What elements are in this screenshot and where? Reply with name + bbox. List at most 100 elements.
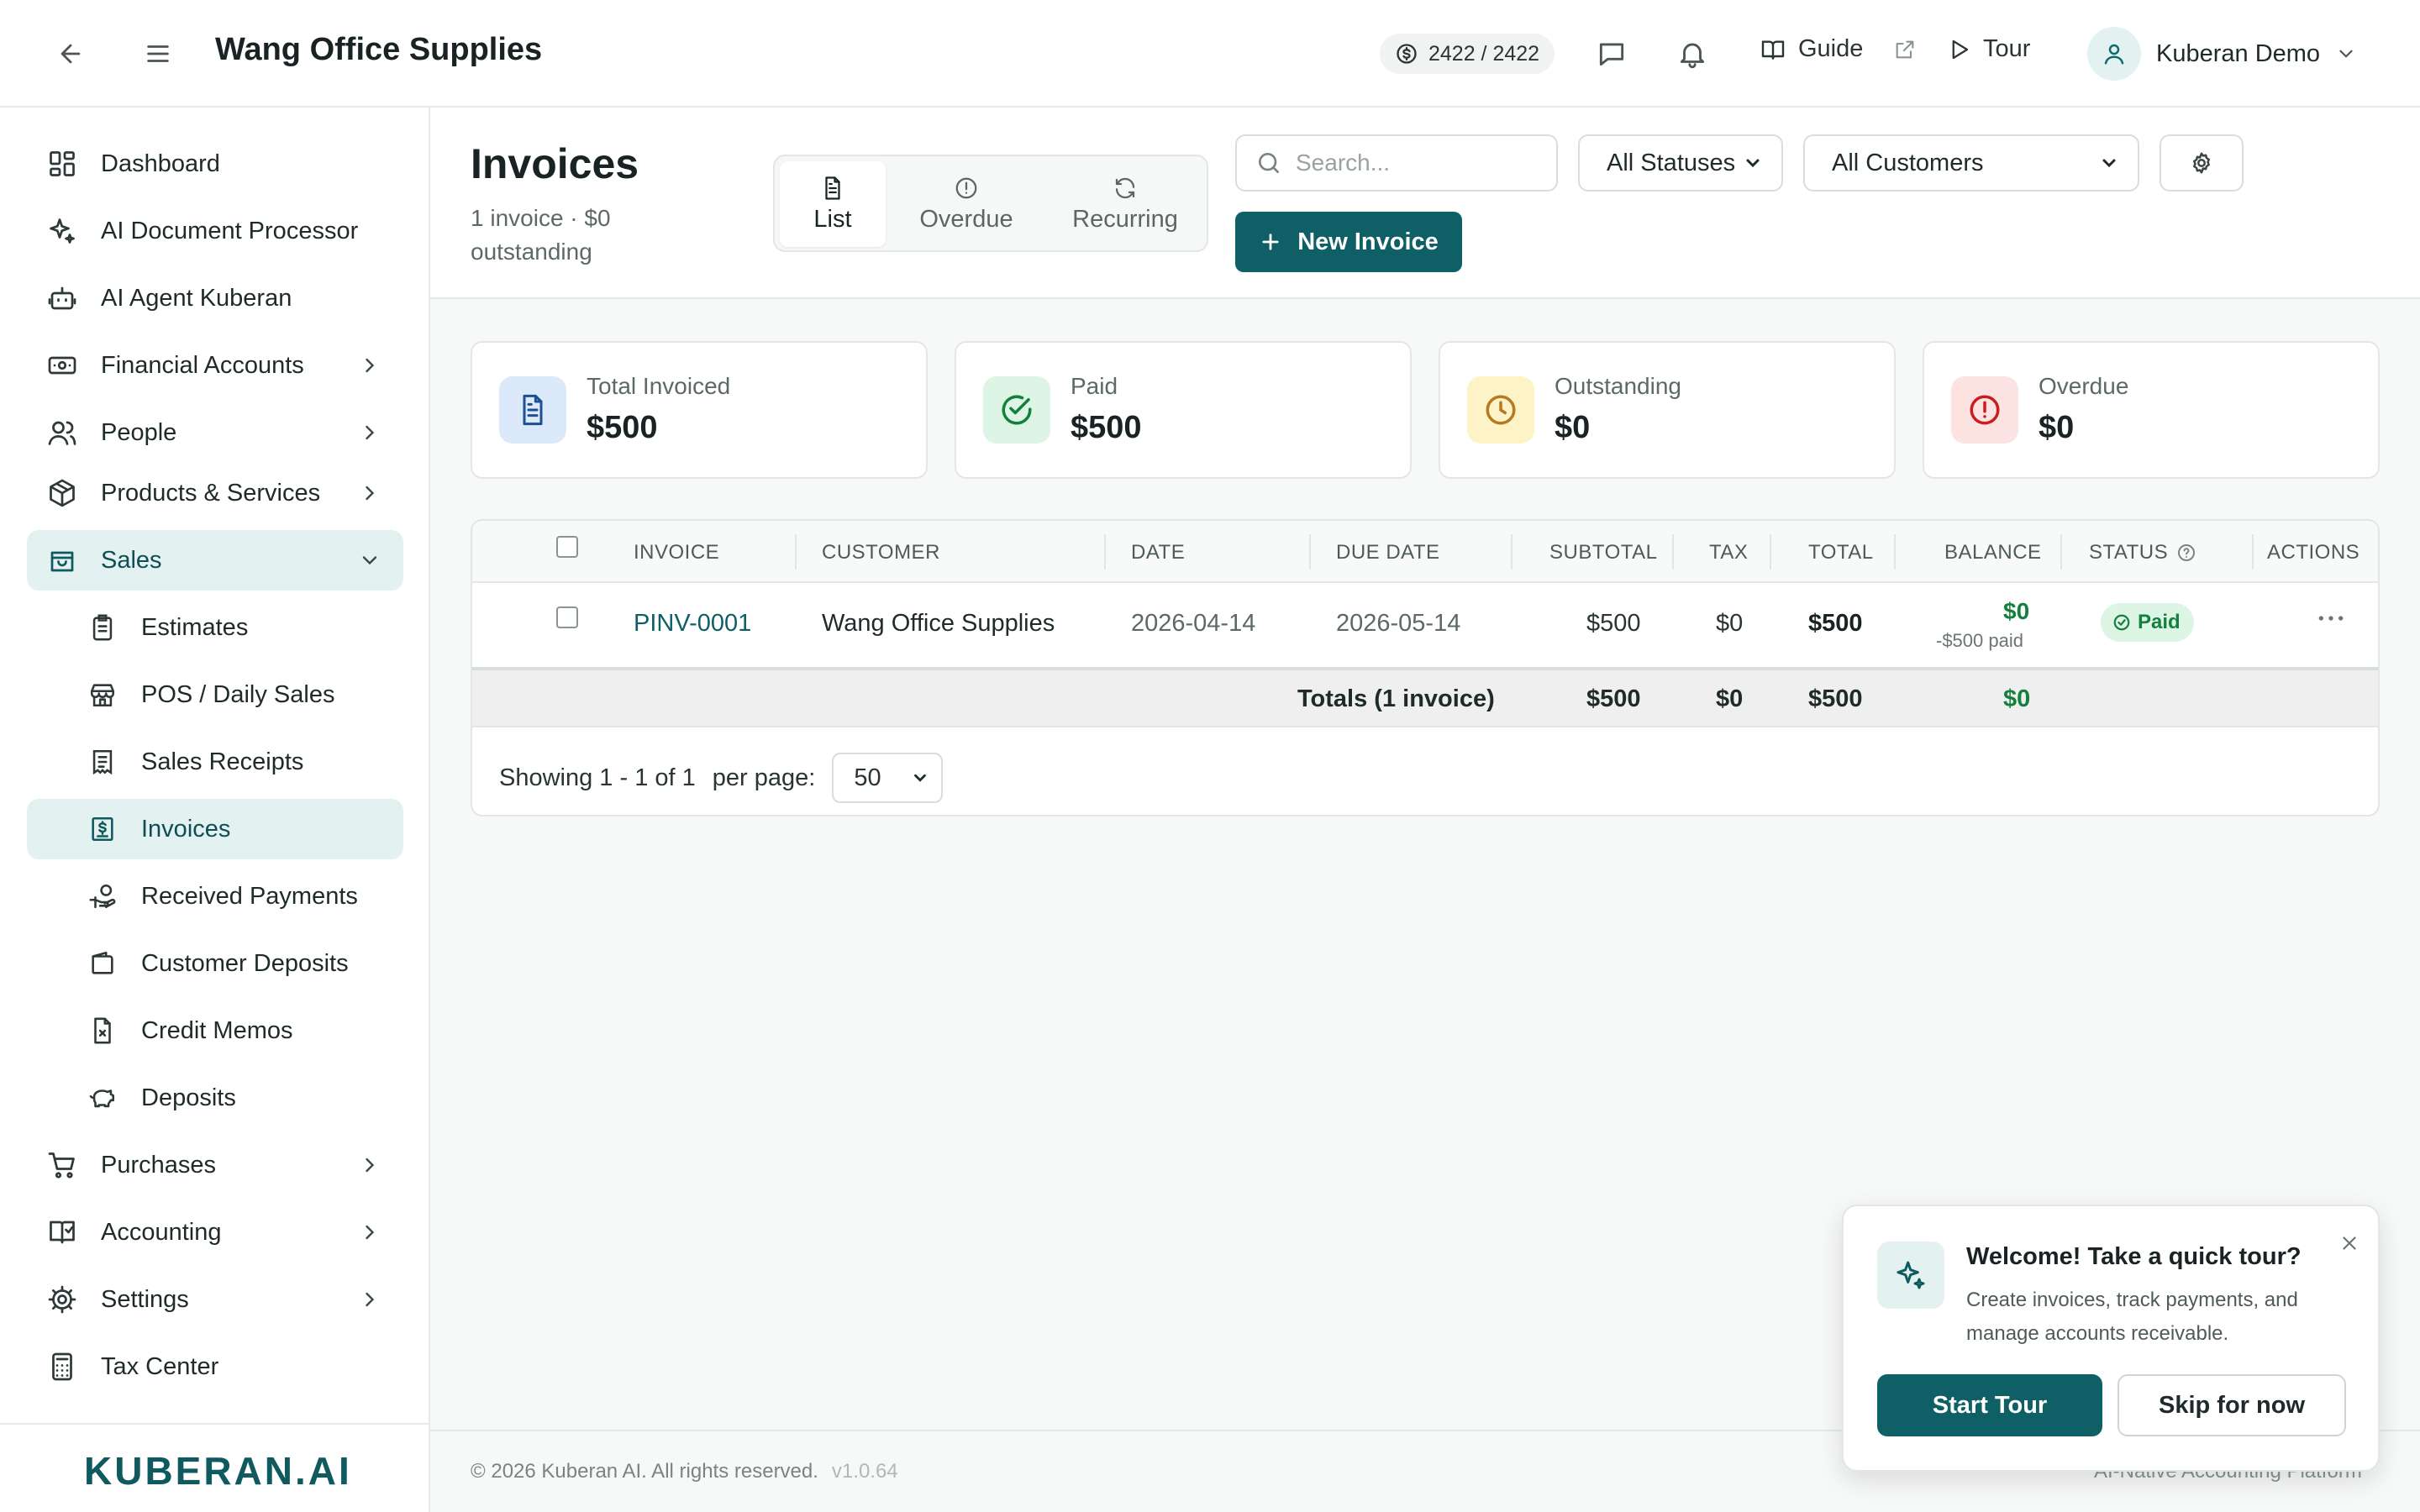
guide-link[interactable]: Guide: [1760, 35, 1917, 63]
search-input[interactable]: Search...: [1235, 134, 1558, 192]
tour-link[interactable]: Tour: [1946, 35, 2030, 63]
sidebar-item-accounting[interactable]: Accounting: [27, 1202, 403, 1263]
tab-overdue[interactable]: Overdue: [897, 161, 1035, 247]
status-filter-value: All Statuses: [1607, 149, 1736, 176]
balance-cell: $0: [2003, 598, 2030, 624]
sidebar-item-deposits[interactable]: Deposits: [27, 1068, 403, 1128]
chevron-down-icon: [911, 769, 929, 787]
column-divider: [1894, 534, 1896, 570]
subtotal-cell: $500: [1586, 610, 1641, 637]
due-date-cell: 2026-05-14: [1336, 610, 1461, 637]
sidebar-item-sales-receipts[interactable]: Sales Receipts: [27, 732, 403, 792]
sidebar-item-customer-deposits[interactable]: Customer Deposits: [27, 933, 403, 994]
credits-badge[interactable]: 2422 / 2422: [1380, 34, 1555, 74]
sparkle-icon: [1877, 1242, 1944, 1309]
sidebar-item-invoices[interactable]: Invoices: [27, 799, 403, 859]
row-actions-button[interactable]: [2314, 601, 2348, 635]
tab-recurring[interactable]: Recurring: [1047, 161, 1203, 247]
tab-list[interactable]: List: [780, 161, 886, 247]
refresh-icon: [1113, 176, 1138, 201]
sidebar-item-received-payments[interactable]: Received Payments: [27, 866, 403, 927]
chat-icon[interactable]: [1591, 34, 1632, 74]
sidebar-item-purchases[interactable]: Purchases: [27, 1135, 403, 1195]
more-horizontal-icon: [2314, 601, 2348, 635]
customer-filter-select[interactable]: All Customers: [1803, 134, 2139, 192]
showing-text: Showing 1 - 1 of 1: [499, 764, 696, 791]
gear-icon: [44, 1281, 81, 1318]
banknote-icon: [44, 347, 81, 384]
column-header-total[interactable]: TOTAL: [1808, 541, 1874, 564]
column-header-status[interactable]: STATUS: [2089, 541, 2196, 564]
user-menu[interactable]: Kuberan Demo: [2087, 27, 2357, 81]
stat-value: $0: [2039, 410, 2075, 445]
totals-row: Totals (1 invoice) $500 $0 $500 $0: [472, 670, 2378, 727]
help-circle-icon: [2176, 543, 2196, 563]
sidebar-item-ai-document-processor[interactable]: AI Document Processor: [27, 201, 403, 261]
menu-icon[interactable]: [138, 34, 178, 74]
start-tour-button[interactable]: Start Tour: [1877, 1374, 2102, 1436]
alert-circle-icon: [954, 176, 979, 201]
column-header-date[interactable]: DATE: [1131, 541, 1185, 564]
plus-icon: [1259, 230, 1282, 254]
people-icon: [44, 414, 81, 451]
search-icon: [1255, 150, 1282, 176]
row-checkbox[interactable]: [556, 606, 578, 628]
sidebar-item-sales[interactable]: Sales: [27, 530, 403, 591]
bell-icon[interactable]: [1672, 34, 1712, 74]
chevron-down-icon: [2335, 43, 2357, 65]
book-icon: [44, 1214, 81, 1251]
sidebar-item-credit-memos[interactable]: Credit Memos: [27, 1000, 403, 1061]
column-header-tax[interactable]: TAX: [1709, 541, 1748, 564]
page-subtitle: 1 invoice · $0 outstanding: [471, 205, 611, 265]
stat-label: Total Invoiced: [587, 373, 731, 399]
column-divider: [1104, 534, 1106, 570]
back-arrow-icon[interactable]: [50, 34, 91, 74]
copyright-text: © 2026 Kuberan AI. All rights reserved.: [471, 1460, 818, 1483]
date-cell: 2026-04-14: [1131, 610, 1256, 637]
sidebar-item-dashboard[interactable]: Dashboard: [27, 134, 403, 194]
invoice-number-link[interactable]: PINV-0001: [634, 610, 751, 638]
sidebar-item-label: Sales Receipts: [141, 748, 304, 775]
sidebar-item-label: AI Document Processor: [101, 217, 359, 244]
select-all-checkbox[interactable]: [556, 536, 578, 558]
sidebar-item-pos[interactable]: POS / Daily Sales: [27, 664, 403, 725]
check-circle-icon: [983, 376, 1050, 444]
skip-tour-button[interactable]: Skip for now: [2118, 1374, 2346, 1436]
sidebar-item-label: Sales: [101, 546, 162, 574]
column-header-customer[interactable]: CUSTOMER: [822, 541, 940, 564]
per-page-select[interactable]: 50: [832, 753, 944, 803]
tab-label: List: [813, 205, 852, 233]
column-divider: [2252, 534, 2254, 570]
sidebar-item-tax-center[interactable]: Tax Center: [27, 1336, 403, 1397]
sidebar-item-label: Received Payments: [141, 882, 358, 910]
sidebar-item-settings[interactable]: Settings: [27, 1269, 403, 1330]
column-header-subtotal[interactable]: SUBTOTAL: [1549, 541, 1657, 564]
sidebar-item-people[interactable]: People: [27, 402, 403, 463]
column-header-invoice[interactable]: INVOICE: [634, 541, 719, 564]
receipt-icon: [84, 743, 121, 780]
sidebar-item-products-services[interactable]: Products & Services: [27, 463, 403, 523]
footer-copyright: © 2026 Kuberan AI. All rights reserved. v…: [471, 1460, 898, 1483]
top-bar: Wang Office Supplies 2422 / 2422 Guide T…: [0, 0, 2420, 108]
pagination: Showing 1 - 1 of 1 per page: 50: [499, 753, 944, 803]
new-invoice-button[interactable]: New Invoice: [1235, 212, 1462, 272]
sidebar-item-financial-accounts[interactable]: Financial Accounts: [27, 335, 403, 396]
close-icon[interactable]: [2334, 1228, 2365, 1258]
status-filter-select[interactable]: All Statuses: [1578, 134, 1783, 192]
totals-tax: $0: [1716, 685, 1744, 712]
stat-value: $500: [1071, 410, 1142, 445]
column-header-due-date[interactable]: DUE DATE: [1336, 541, 1440, 564]
column-header-balance[interactable]: BALANCE: [1944, 541, 2042, 564]
table-settings-button[interactable]: [2160, 134, 2244, 192]
sidebar-item-ai-agent[interactable]: AI Agent Kuberan: [27, 268, 403, 328]
sparkle-icon: [44, 213, 81, 249]
totals-balance: $0: [2003, 685, 2031, 712]
tab-label: Recurring: [1072, 205, 1178, 233]
sidebar-item-label: Tax Center: [101, 1352, 219, 1380]
gear-icon: [2189, 150, 2214, 176]
sidebar-item-estimates[interactable]: Estimates: [27, 597, 403, 658]
chevron-right-icon: [358, 1288, 381, 1311]
new-invoice-label: New Invoice: [1297, 228, 1439, 255]
credits-count: 2422 / 2422: [1428, 41, 1540, 66]
version-text: v1.0.64: [831, 1460, 898, 1483]
